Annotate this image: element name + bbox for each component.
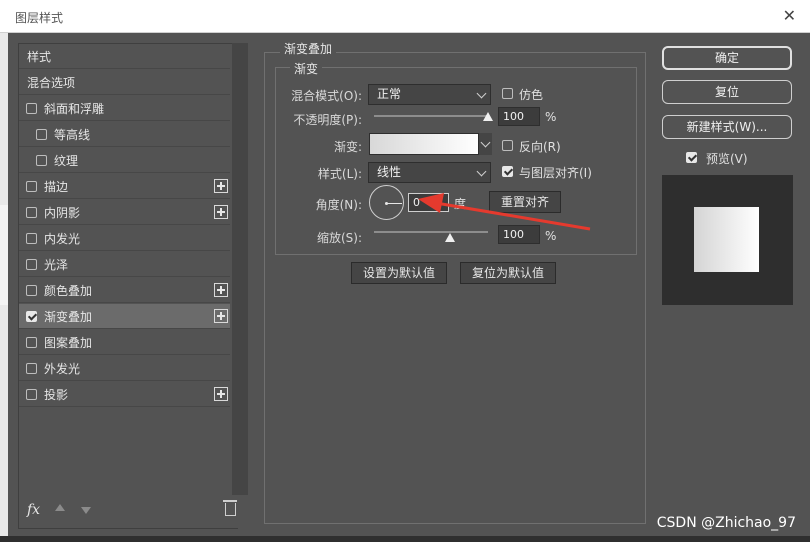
window-title: 图层样式: [15, 11, 64, 25]
move-down-icon[interactable]: [81, 507, 91, 514]
gradient-label: 渐变:: [333, 140, 362, 154]
style-item[interactable]: 内阴影: [19, 200, 230, 225]
style-item[interactable]: 光泽: [19, 252, 230, 277]
style-item[interactable]: 颜色叠加: [19, 278, 230, 303]
style-item[interactable]: 外发光: [19, 356, 230, 381]
dither-checkbox[interactable]: [502, 88, 513, 99]
style-item-label: 光泽: [44, 257, 69, 272]
style-item[interactable]: 样式: [19, 44, 230, 69]
style-item-checkbox[interactable]: [36, 128, 47, 140]
reset-button[interactable]: 复位: [662, 80, 792, 104]
new-style-button[interactable]: 新建样式(W)...: [662, 115, 792, 139]
opacity-input[interactable]: 100: [498, 107, 540, 126]
blend-mode-value: 正常: [377, 87, 402, 101]
style-item-checkbox[interactable]: [26, 336, 37, 348]
style-item-checkbox[interactable]: [36, 154, 47, 166]
set-default-button[interactable]: 设置为默认值: [351, 262, 447, 284]
add-icon[interactable]: [214, 205, 228, 219]
annotation-arrow: [418, 193, 591, 231]
styles-footer: fx: [18, 499, 246, 529]
title-bar: 图层样式 ✕: [0, 0, 810, 33]
watermark: CSDN @Zhichao_97: [656, 515, 796, 531]
style-item-checkbox[interactable]: [26, 310, 37, 322]
style-item[interactable]: 斜面和浮雕: [19, 96, 230, 121]
style-item-label: 投影: [44, 387, 69, 402]
style-item-label: 内发光: [44, 231, 81, 246]
style-preview: [662, 175, 793, 305]
chevron-down-icon: [476, 166, 487, 177]
ok-button[interactable]: 确定: [662, 46, 792, 70]
reset-default-button[interactable]: 复位为默认值: [460, 262, 556, 284]
gradient-picker-chevron[interactable]: [479, 133, 492, 155]
gradient-swatch[interactable]: [369, 133, 479, 155]
background-strip-left: [0, 205, 8, 305]
dither-label: 仿色: [519, 88, 544, 102]
style-item-checkbox[interactable]: [26, 362, 37, 374]
style-item-label: 斜面和浮雕: [44, 101, 105, 116]
subgroup-title: 渐变: [290, 60, 323, 77]
opacity-slider-thumb[interactable]: [483, 112, 493, 121]
trash-icon[interactable]: [223, 500, 237, 516]
style-item-label: 纹理: [54, 153, 79, 168]
style-select[interactable]: 线性: [368, 162, 491, 183]
style-label: 样式(L):: [317, 167, 362, 181]
style-item-checkbox[interactable]: [26, 388, 37, 400]
style-item-label: 图案叠加: [44, 335, 93, 350]
style-item[interactable]: 内发光: [19, 226, 230, 251]
reverse-label: 反向(R): [519, 140, 561, 154]
close-icon[interactable]: ✕: [783, 6, 796, 25]
align-with-layer-checkbox[interactable]: [502, 166, 513, 177]
add-icon[interactable]: [214, 179, 228, 193]
fx-icon[interactable]: fx: [27, 502, 40, 518]
blend-mode-select[interactable]: 正常: [368, 84, 491, 105]
style-item-label: 内阴影: [44, 205, 81, 220]
align-with-layer-label: 与图层对齐(I): [519, 166, 592, 180]
move-up-icon[interactable]: [55, 504, 65, 511]
style-item[interactable]: 描边: [19, 174, 230, 199]
style-item[interactable]: 等高线: [19, 122, 230, 147]
style-item-checkbox[interactable]: [26, 206, 37, 218]
blend-mode-label: 混合模式(O):: [291, 89, 362, 103]
style-item-label: 外发光: [44, 361, 81, 376]
style-item-label: 渐变叠加: [44, 309, 93, 324]
preview-checkbox[interactable]: [686, 152, 697, 163]
preview-swatch: [694, 207, 759, 272]
style-item-checkbox[interactable]: [26, 180, 37, 192]
style-item-checkbox[interactable]: [26, 284, 37, 296]
opacity-unit: %: [545, 110, 557, 124]
add-icon[interactable]: [214, 309, 228, 323]
angle-label: 角度(N):: [315, 198, 362, 212]
style-item[interactable]: 图案叠加: [19, 330, 230, 355]
style-item-checkbox[interactable]: [26, 102, 37, 114]
add-icon[interactable]: [214, 387, 228, 401]
chevron-down-icon: [476, 88, 487, 99]
style-item-label: 等高线: [54, 127, 91, 142]
preview-label: 预览(V): [706, 152, 748, 166]
angle-dial[interactable]: [369, 185, 404, 220]
bottom-strip: [0, 536, 810, 542]
style-item-label: 描边: [44, 179, 69, 194]
style-item-checkbox[interactable]: [26, 232, 37, 244]
style-item-checkbox[interactable]: [26, 258, 37, 270]
opacity-label: 不透明度(P):: [293, 113, 362, 127]
reverse-checkbox[interactable]: [502, 140, 513, 151]
style-item-label: 混合选项: [27, 75, 76, 90]
style-item-label: 颜色叠加: [44, 283, 93, 298]
style-item[interactable]: 投影: [19, 382, 230, 407]
style-item[interactable]: 渐变叠加: [19, 304, 230, 329]
style-value: 线性: [377, 165, 402, 179]
opacity-slider[interactable]: [374, 115, 488, 117]
style-item[interactable]: 纹理: [19, 148, 230, 173]
add-icon[interactable]: [214, 283, 228, 297]
scale-label: 缩放(S):: [316, 231, 362, 245]
style-item[interactable]: 混合选项: [19, 70, 230, 95]
style-item-label: 样式: [27, 49, 52, 64]
group-title: 渐变叠加: [280, 40, 337, 57]
